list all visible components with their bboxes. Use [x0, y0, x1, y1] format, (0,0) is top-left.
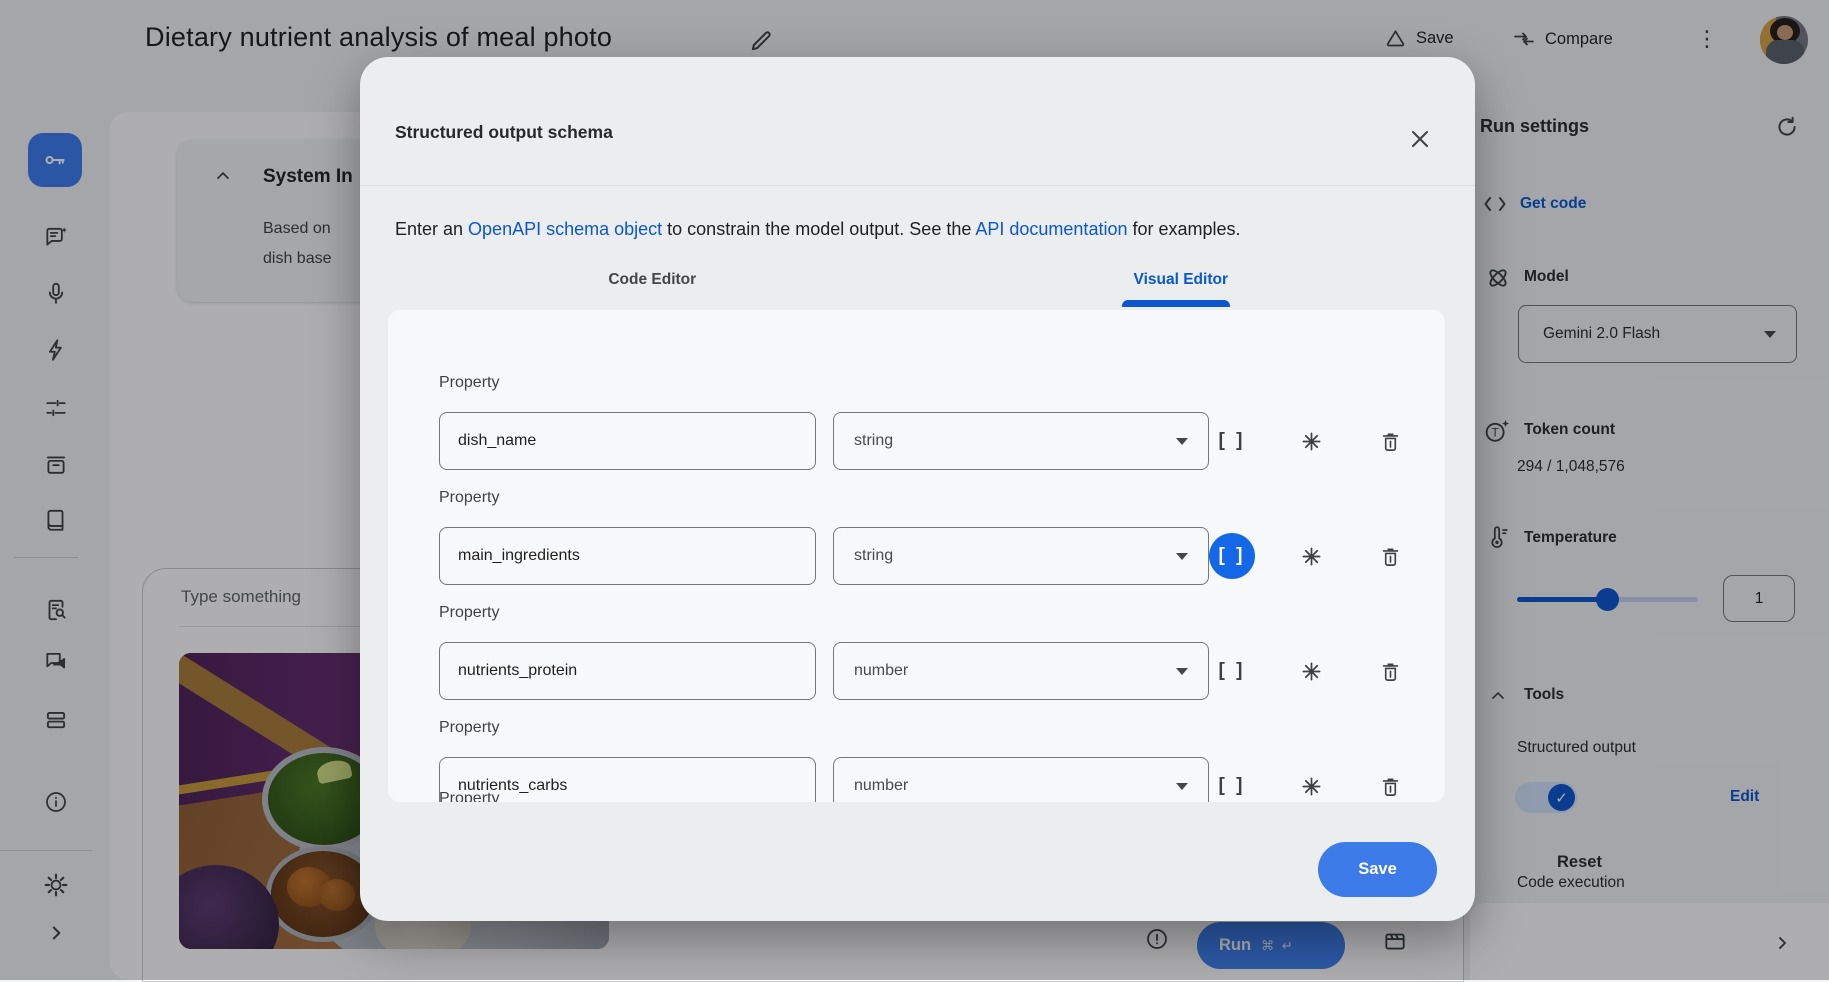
modal-save-button[interactable]: Save — [1318, 842, 1437, 897]
array-toggle-button[interactable]: [ ] — [1209, 533, 1255, 579]
openapi-schema-link[interactable]: OpenAPI schema object — [468, 219, 662, 239]
property-label: Property — [439, 374, 499, 392]
close-icon[interactable] — [1406, 125, 1436, 155]
chevron-down-icon — [1176, 553, 1188, 560]
array-toggle-button[interactable]: [ ] — [1209, 648, 1255, 694]
tab-code-editor[interactable]: Code Editor — [388, 255, 917, 305]
required-toggle-button[interactable] — [1288, 533, 1334, 579]
required-toggle-button[interactable] — [1288, 763, 1334, 802]
chevron-down-icon — [1176, 438, 1188, 445]
reset-button[interactable]: Reset — [1557, 853, 1602, 872]
tab-visual-editor[interactable]: Visual Editor — [917, 255, 1446, 305]
delete-property-button[interactable] — [1367, 648, 1413, 694]
chevron-down-icon — [1176, 783, 1188, 790]
schema-properties-panel: Property string [ ] Property string [ ] — [388, 310, 1445, 802]
required-toggle-button[interactable] — [1288, 418, 1334, 464]
property-type-select[interactable]: number — [833, 757, 1209, 802]
property-label: Property — [439, 790, 499, 802]
delete-property-button[interactable] — [1367, 533, 1413, 579]
required-toggle-button[interactable] — [1288, 648, 1334, 694]
structured-output-modal: Structured output schema Enter an OpenAP… — [360, 57, 1475, 921]
property-type-select[interactable]: string — [833, 412, 1209, 470]
property-name-input[interactable] — [439, 412, 816, 470]
delete-property-button[interactable] — [1367, 418, 1413, 464]
array-toggle-button[interactable]: [ ] — [1209, 763, 1255, 802]
property-label: Property — [439, 604, 499, 622]
property-name-input[interactable] — [439, 527, 816, 585]
property-type-select[interactable]: string — [833, 527, 1209, 585]
property-type-select[interactable]: number — [833, 642, 1209, 700]
property-name-input[interactable] — [439, 642, 816, 700]
chevron-down-icon — [1176, 668, 1188, 675]
modal-description: Enter an OpenAPI schema object to constr… — [395, 219, 1241, 240]
divider — [360, 185, 1475, 186]
delete-property-button[interactable] — [1367, 763, 1413, 802]
editor-tabs: Code Editor Visual Editor — [388, 255, 1445, 305]
api-documentation-link[interactable]: API documentation — [975, 219, 1127, 239]
array-toggle-button[interactable]: [ ] — [1209, 418, 1255, 464]
property-label: Property — [439, 489, 499, 507]
property-label: Property — [439, 719, 499, 737]
active-tab-indicator — [1122, 300, 1230, 307]
modal-title: Structured output schema — [395, 122, 613, 143]
